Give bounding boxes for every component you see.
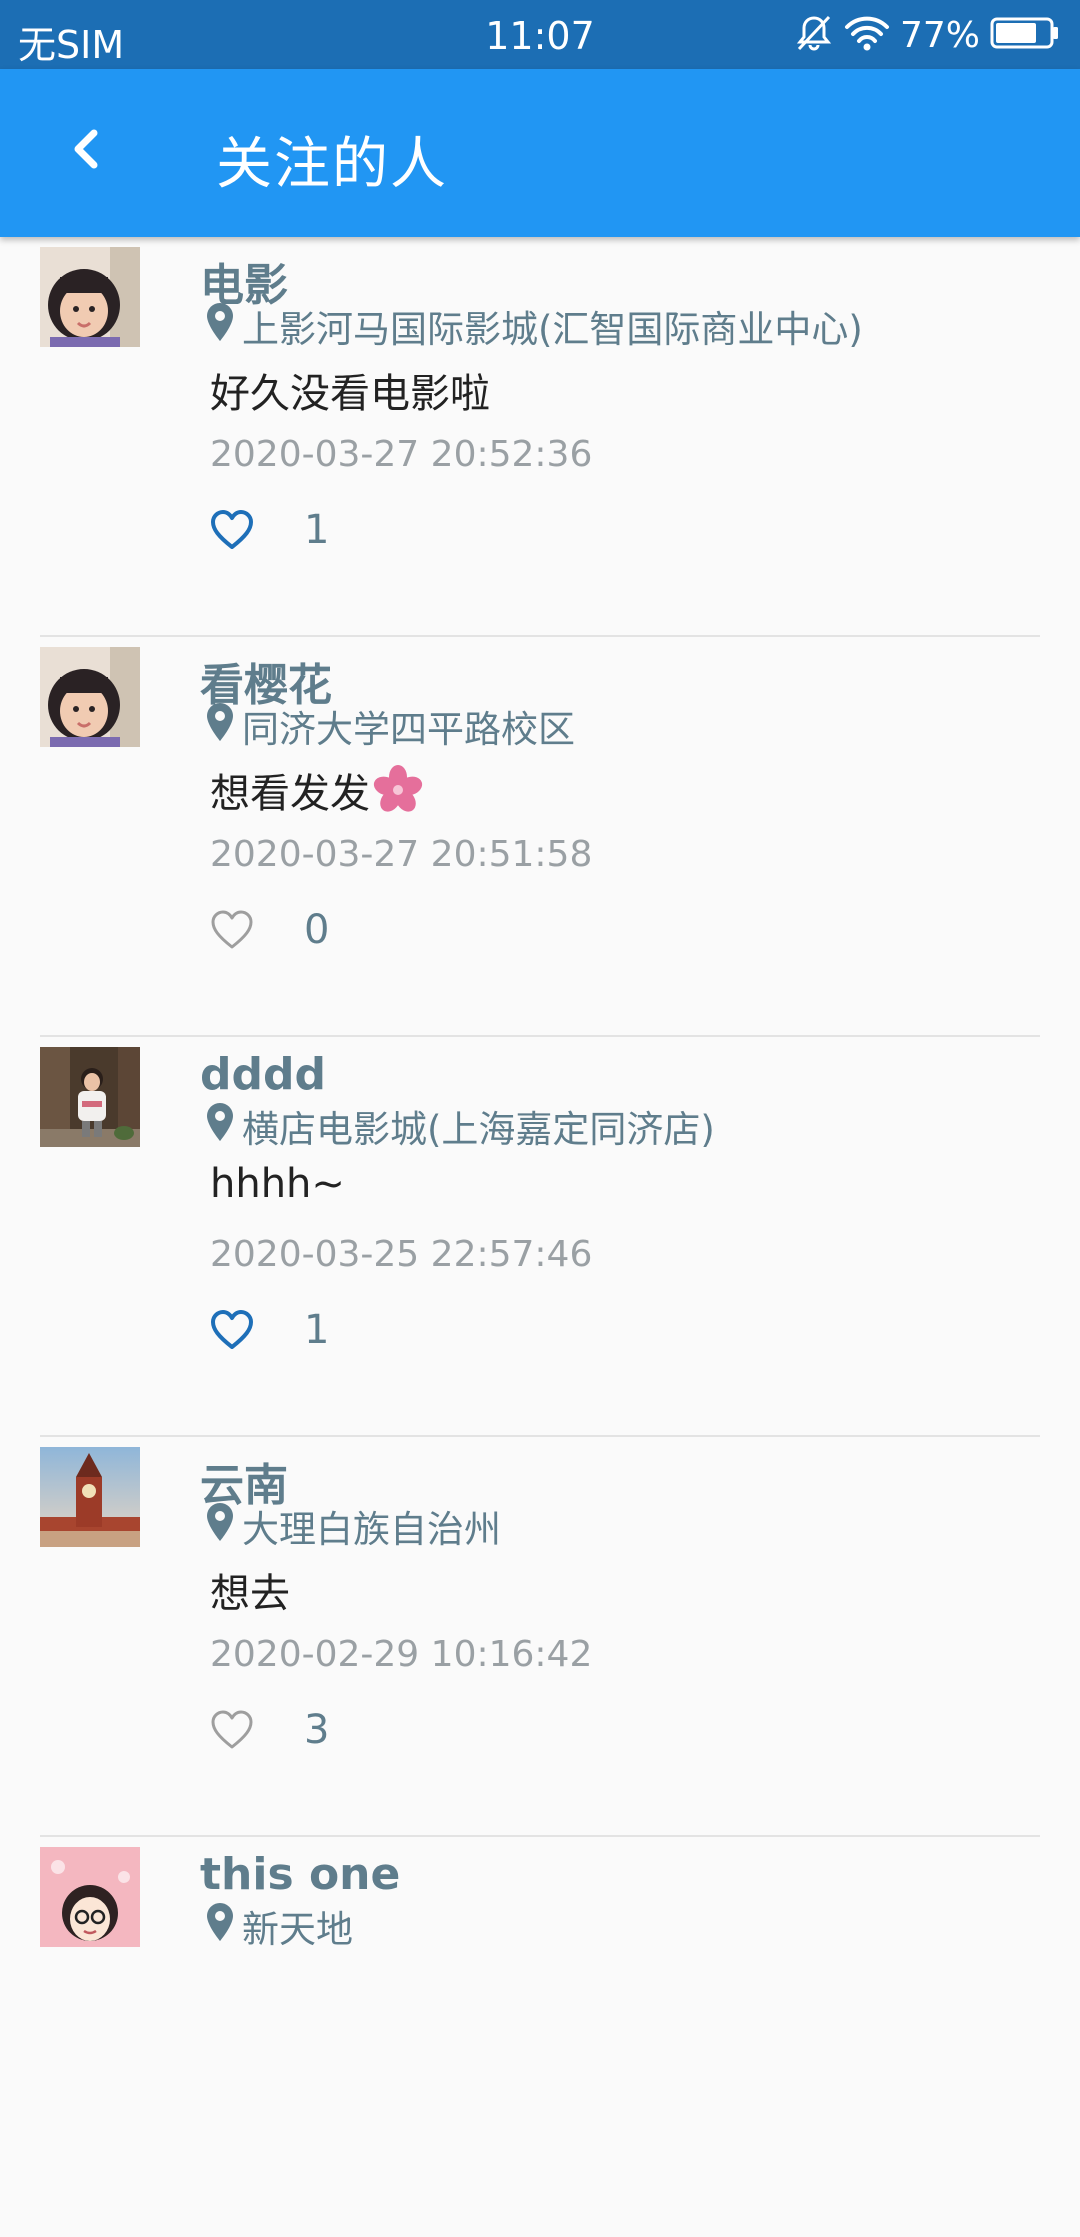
location-text: 新天地 bbox=[242, 1908, 353, 1951]
notifications-off-icon bbox=[794, 13, 834, 57]
post-text: 想看发发 bbox=[210, 771, 370, 817]
location-pin-icon bbox=[206, 702, 234, 751]
status-icons: 77% bbox=[794, 12, 1060, 58]
post-location: 同济大学四平路校区 bbox=[206, 699, 575, 753]
like-count: 3 bbox=[304, 1707, 330, 1753]
like-count: 0 bbox=[304, 907, 330, 953]
heart-outline-icon[interactable] bbox=[210, 1708, 256, 1752]
heart-icon[interactable] bbox=[210, 508, 256, 552]
post-item[interactable]: 云南 大理白族自治州 想去 2020-02-29 10:16:42 3 bbox=[0, 1437, 1080, 1837]
post-location: 新天地 bbox=[206, 1899, 353, 1953]
post-content: 想去 bbox=[210, 1561, 290, 1619]
location-pin-icon bbox=[206, 1902, 234, 1951]
status-bar: 无SIM 11:07 77% bbox=[0, 0, 1080, 69]
post-author[interactable]: dddd bbox=[200, 1049, 326, 1100]
avatar[interactable] bbox=[40, 647, 140, 747]
battery-percent: 77% bbox=[899, 14, 980, 56]
heart-outline-icon[interactable] bbox=[210, 908, 256, 952]
location-pin-icon bbox=[206, 302, 234, 351]
post-content: hhhh~ bbox=[210, 1161, 345, 1207]
avatar[interactable] bbox=[40, 1447, 140, 1547]
avatar[interactable] bbox=[40, 1047, 140, 1147]
heart-icon[interactable] bbox=[210, 1308, 256, 1352]
post-item[interactable]: 电影 上影河马国际影城(汇智国际商业中心) 好久没看电影啦 2020-03-27… bbox=[0, 237, 1080, 637]
avatar[interactable] bbox=[40, 1847, 140, 1947]
location-text: 同济大学四平路校区 bbox=[242, 708, 575, 751]
post-timestamp: 2020-03-25 22:57:46 bbox=[210, 1234, 593, 1275]
post-list[interactable]: 电影 上影河马国际影城(汇智国际商业中心) 好久没看电影啦 2020-03-27… bbox=[0, 237, 1080, 2237]
post-text: hhhh~ bbox=[210, 1161, 345, 1207]
like-row: 1 bbox=[210, 1307, 329, 1353]
back-button[interactable] bbox=[52, 117, 120, 185]
location-text: 横店电影城(上海嘉定同济店) bbox=[242, 1108, 715, 1151]
post-timestamp: 2020-03-27 20:52:36 bbox=[210, 434, 593, 475]
post-text: 想去 bbox=[210, 1571, 290, 1617]
battery-icon bbox=[990, 16, 1060, 54]
chevron-left-icon[interactable] bbox=[68, 125, 104, 177]
wifi-icon bbox=[844, 13, 890, 57]
like-count: 1 bbox=[304, 1307, 330, 1353]
post-item[interactable]: this one 新天地 bbox=[0, 1837, 1080, 2237]
location-pin-icon bbox=[206, 1102, 234, 1151]
post-content: 好久没看电影啦 bbox=[210, 361, 490, 419]
location-text: 大理白族自治州 bbox=[242, 1508, 501, 1551]
post-location: 上影河马国际影城(汇智国际商业中心) bbox=[206, 299, 863, 353]
post-item[interactable]: 看樱花 同济大学四平路校区 想看发发 2020-03-27 20:51:58 0 bbox=[0, 637, 1080, 1037]
location-pin-icon bbox=[206, 1502, 234, 1551]
cherry-blossom-icon bbox=[372, 764, 424, 816]
like-row: 1 bbox=[210, 507, 329, 553]
like-row: 3 bbox=[210, 1707, 329, 1753]
post-timestamp: 2020-02-29 10:16:42 bbox=[210, 1634, 593, 1675]
avatar[interactable] bbox=[40, 247, 140, 347]
post-timestamp: 2020-03-27 20:51:58 bbox=[210, 834, 593, 875]
page-title: 关注的人 bbox=[216, 132, 448, 197]
app-bar: 关注的人 bbox=[0, 69, 1080, 237]
post-author[interactable]: this one bbox=[200, 1849, 400, 1900]
post-location: 大理白族自治州 bbox=[206, 1499, 501, 1553]
post-text: 好久没看电影啦 bbox=[210, 371, 490, 417]
post-location: 横店电影城(上海嘉定同济店) bbox=[206, 1099, 715, 1153]
post-item[interactable]: dddd 横店电影城(上海嘉定同济店) hhhh~ 2020-03-25 22:… bbox=[0, 1037, 1080, 1437]
like-row: 0 bbox=[210, 907, 329, 953]
location-text: 上影河马国际影城(汇智国际商业中心) bbox=[242, 308, 863, 351]
post-content: 想看发发 bbox=[210, 761, 424, 819]
like-count: 1 bbox=[304, 507, 330, 553]
